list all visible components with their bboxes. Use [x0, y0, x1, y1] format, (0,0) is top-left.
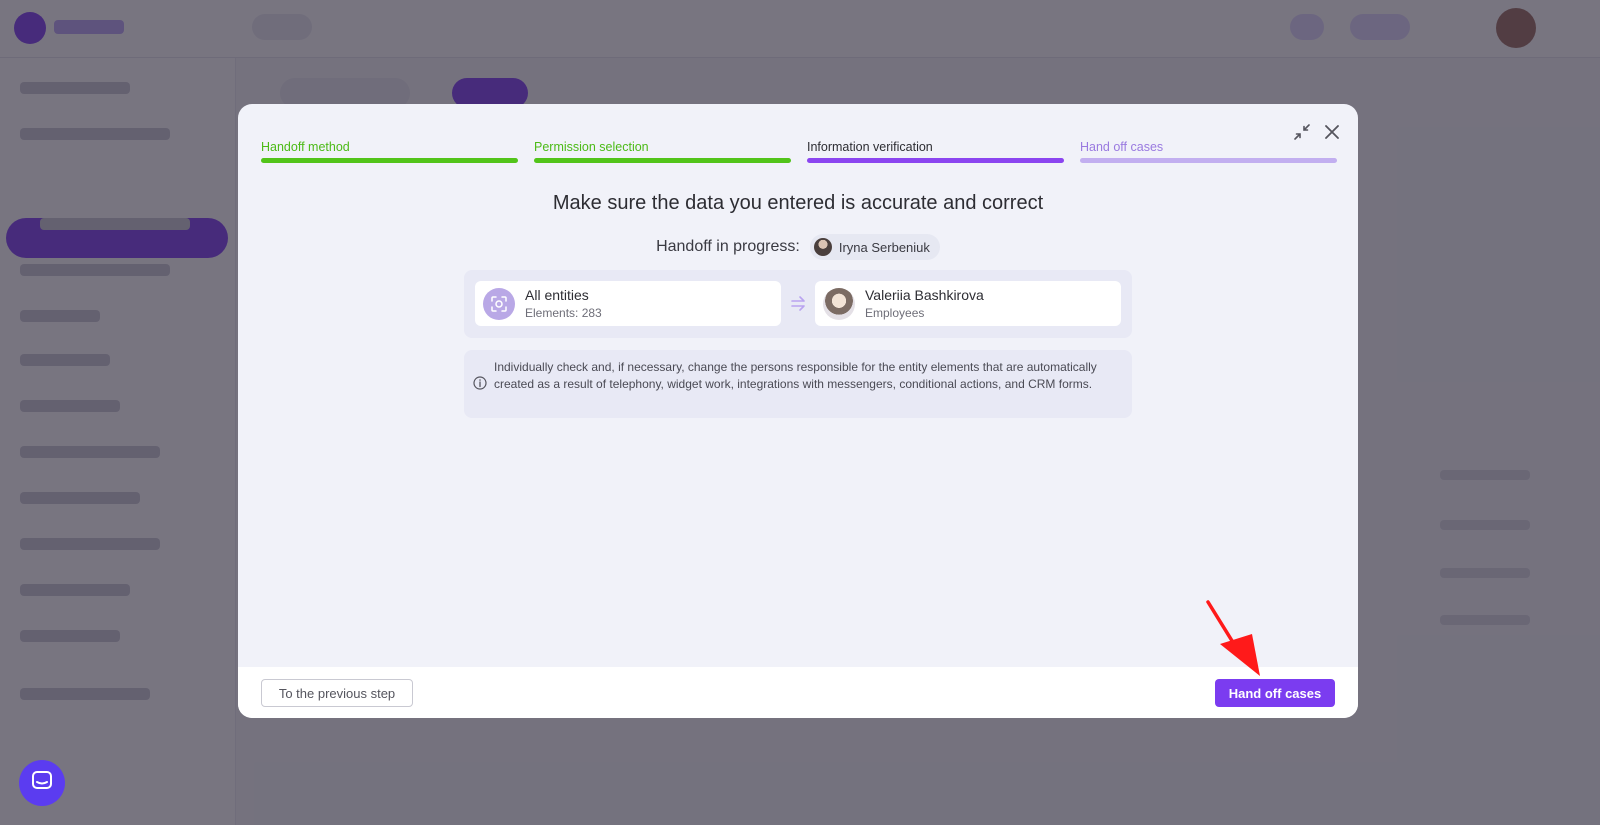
source-card-text: All entities Elements: 283 [525, 287, 602, 320]
modal-controls [1292, 122, 1342, 142]
avatar [823, 287, 855, 320]
target-card-text: Valeriia Bashkirova Employees [865, 287, 984, 320]
handoff-progress-label: Handoff in progress: [656, 238, 800, 255]
chat-widget-button[interactable] [19, 760, 65, 806]
close-icon[interactable] [1322, 122, 1342, 142]
source-title: All entities [525, 287, 589, 303]
arrow-right-icon [790, 294, 808, 317]
target-title: Valeriia Bashkirova [865, 287, 984, 303]
handoff-modal: Handoff method Permission selection Info… [238, 104, 1358, 718]
handoff-progress: Handoff in progress: Iryna Serbeniuk [238, 234, 1358, 260]
collapse-icon[interactable] [1292, 122, 1312, 142]
step-label: Hand off cases [1080, 140, 1164, 154]
info-notice: Individually check and, if necessary, ch… [464, 350, 1132, 418]
scan-icon [483, 287, 515, 320]
stepper: Handoff method Permission selection Info… [261, 140, 1337, 163]
avatar [813, 238, 832, 256]
step-progress-bar [261, 158, 518, 163]
step-label: Information verification [807, 140, 933, 154]
step-permission-selection: Permission selection [534, 140, 791, 163]
transfer-summary: All entities Elements: 283 Valeriia Bash… [464, 270, 1132, 338]
target-subtitle: Employees [865, 306, 925, 320]
source-subtitle: Elements: 283 [525, 306, 602, 320]
modal-footer: To the previous step Hand off cases [238, 667, 1358, 718]
step-hand-off-cases: Hand off cases [1080, 140, 1337, 163]
step-handoff-method: Handoff method [261, 140, 518, 163]
user-chip-name: Iryna Serbeniuk [838, 239, 930, 255]
step-progress-bar [534, 158, 791, 163]
step-label: Permission selection [534, 140, 649, 154]
step-progress-bar [807, 158, 1064, 163]
info-icon [473, 376, 487, 395]
modal-title: Make sure the data you entered is accura… [552, 192, 1044, 214]
source-card: All entities Elements: 283 [475, 281, 781, 326]
chat-icon [31, 770, 53, 797]
previous-step-button[interactable]: To the previous step [261, 679, 413, 707]
step-information-verification: Information verification [807, 140, 1064, 163]
info-text: Individually check and, if necessary, ch… [494, 360, 1097, 391]
annotation-arrow-icon [1206, 600, 1260, 676]
user-chip: Iryna Serbeniuk [809, 234, 940, 260]
step-progress-bar [1080, 158, 1337, 163]
step-label: Handoff method [261, 140, 350, 154]
hand-off-cases-button[interactable]: Hand off cases [1215, 679, 1335, 707]
target-card: Valeriia Bashkirova Employees [815, 281, 1121, 326]
